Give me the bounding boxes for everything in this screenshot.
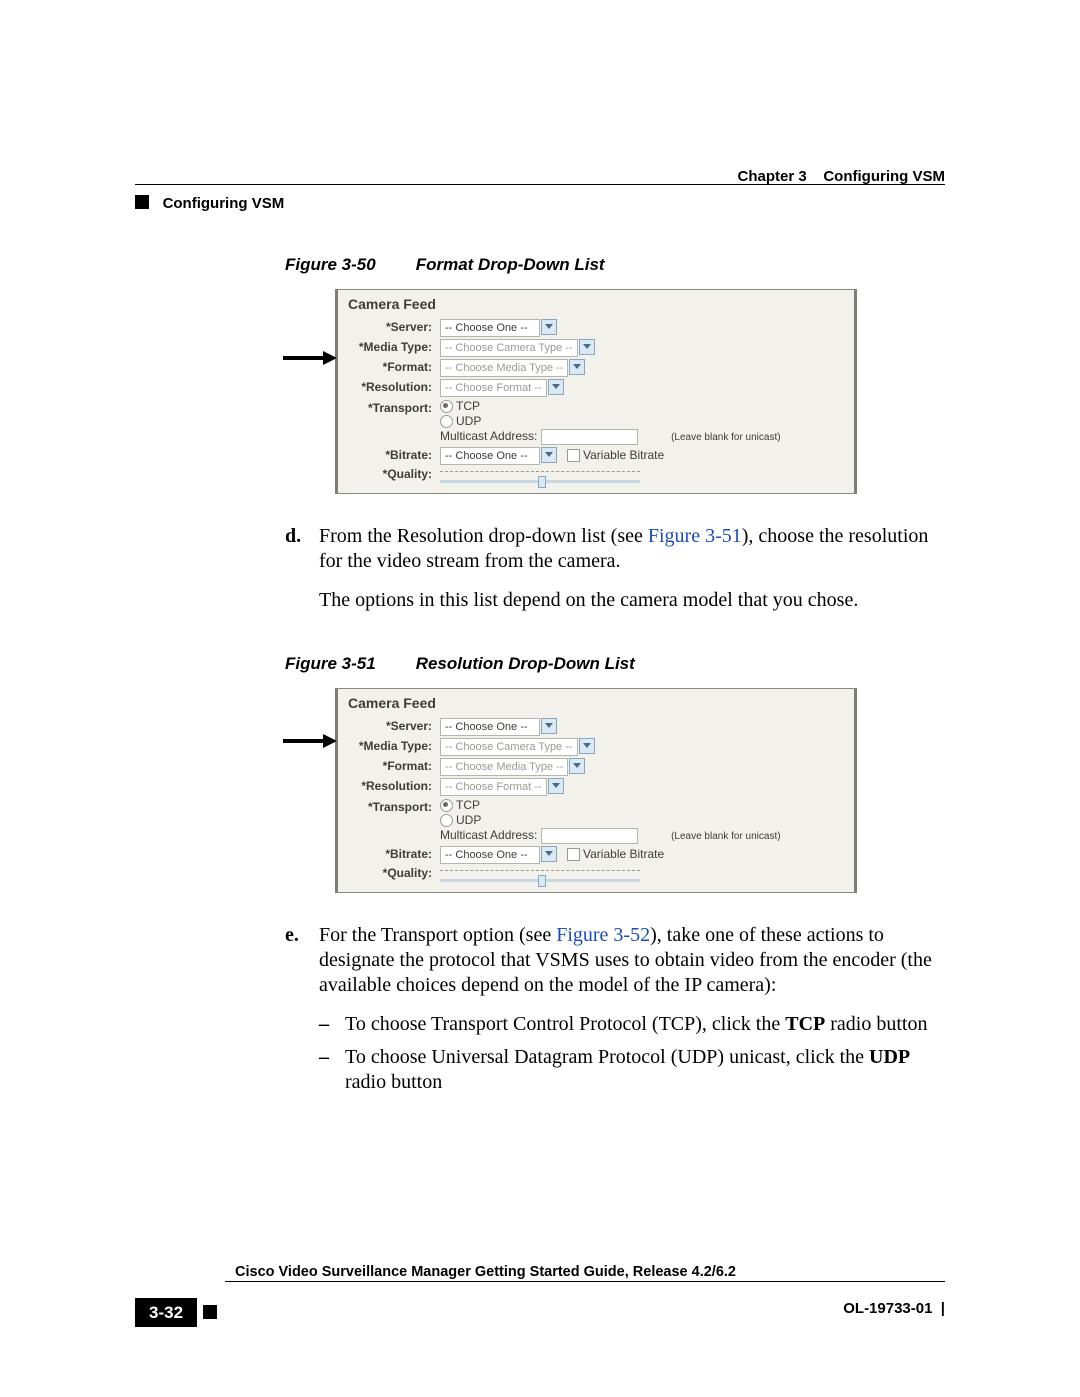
udp-option: UDP bbox=[456, 813, 481, 827]
chevron-down-icon[interactable] bbox=[579, 738, 595, 754]
chevron-down-icon[interactable] bbox=[569, 758, 585, 774]
camera-feed-panel: Camera Feed *Server: -- Choose One -- *M… bbox=[335, 688, 857, 893]
chevron-down-icon[interactable] bbox=[541, 447, 557, 463]
multicast-address-label: Multicast Address: bbox=[440, 429, 537, 443]
bitrate-label: *Bitrate: bbox=[346, 446, 436, 466]
server-dropdown[interactable]: -- Choose One -- bbox=[440, 718, 540, 736]
figure-51: Camera Feed *Server: -- Choose One -- *M… bbox=[285, 688, 945, 893]
multicast-note: (Leave blank for unicast) bbox=[671, 432, 781, 443]
figure-3-51-link[interactable]: Figure 3-51 bbox=[648, 525, 742, 547]
chevron-down-icon[interactable] bbox=[548, 379, 564, 395]
bitrate-label: *Bitrate: bbox=[346, 845, 436, 865]
chevron-down-icon[interactable] bbox=[541, 319, 557, 335]
multicast-note: (Leave blank for unicast) bbox=[671, 831, 781, 842]
section-title: Configuring VSM bbox=[163, 195, 285, 212]
tcp-radio[interactable] bbox=[440, 400, 453, 413]
resolution-label: *Resolution: bbox=[346, 378, 436, 398]
transport-label: *Transport: bbox=[346, 797, 436, 845]
footer-marker-icon bbox=[203, 1305, 217, 1319]
step-e: e. For the Transport option (see Figure … bbox=[285, 923, 945, 1103]
resolution-label: *Resolution: bbox=[346, 777, 436, 797]
chevron-down-icon[interactable] bbox=[548, 778, 564, 794]
figure-50-caption: Figure 3-50Format Drop-Down List bbox=[285, 254, 945, 275]
tcp-radio[interactable] bbox=[440, 799, 453, 812]
tcp-option: TCP bbox=[456, 399, 480, 413]
transport-label: *Transport: bbox=[346, 398, 436, 446]
multicast-address-input[interactable] bbox=[541, 429, 638, 445]
page: Chapter 3 Configuring VSM Configuring VS… bbox=[0, 0, 1080, 1397]
step-d-text-1: From the Resolution drop-down list (see … bbox=[319, 524, 945, 574]
header-rule bbox=[135, 184, 945, 185]
substep-tcp: To choose Transport Control Protocol (TC… bbox=[345, 1012, 927, 1037]
udp-radio[interactable] bbox=[440, 415, 453, 428]
substep-udp: To choose Universal Datagram Protocol (U… bbox=[345, 1045, 945, 1095]
udp-radio[interactable] bbox=[440, 814, 453, 827]
quality-label: *Quality: bbox=[346, 865, 436, 882]
footer-guide-title: Cisco Video Surveillance Manager Getting… bbox=[235, 1263, 736, 1281]
server-label: *Server: bbox=[346, 717, 436, 737]
footer-doc-id: OL-19733-01 | bbox=[843, 1300, 945, 1319]
multicast-address-label: Multicast Address: bbox=[440, 828, 537, 842]
step-d: d. From the Resolution drop-down list (s… bbox=[285, 524, 945, 627]
server-dropdown[interactable]: -- Choose One -- bbox=[440, 319, 540, 337]
format-dropdown[interactable]: -- Choose Media Type -- bbox=[440, 359, 568, 377]
arrow-icon bbox=[283, 734, 337, 748]
footer-rule bbox=[225, 1281, 945, 1282]
udp-option: UDP bbox=[456, 414, 481, 428]
tcp-option: TCP bbox=[456, 798, 480, 812]
quality-slider[interactable] bbox=[440, 471, 640, 481]
figure-50: Camera Feed *Server: -- Choose One -- *M… bbox=[285, 289, 945, 494]
chevron-down-icon[interactable] bbox=[541, 718, 557, 734]
chevron-down-icon[interactable] bbox=[569, 359, 585, 375]
step-e-sublist: –To choose Transport Control Protocol (T… bbox=[319, 1012, 945, 1095]
figure-51-caption: Figure 3-51Resolution Drop-Down List bbox=[285, 653, 945, 674]
page-number: 3-32 bbox=[135, 1298, 197, 1327]
step-marker: e. bbox=[285, 923, 319, 1103]
variable-bitrate-label: Variable Bitrate bbox=[583, 847, 664, 861]
media-type-label: *Media Type: bbox=[346, 737, 436, 757]
chevron-down-icon[interactable] bbox=[541, 846, 557, 862]
resolution-dropdown[interactable]: -- Choose Format -- bbox=[440, 379, 547, 397]
footer: Cisco Video Surveillance Manager Getting… bbox=[135, 1298, 945, 1327]
variable-bitrate-label: Variable Bitrate bbox=[583, 448, 664, 462]
bitrate-dropdown[interactable]: -- Choose One -- bbox=[440, 846, 540, 864]
chevron-down-icon[interactable] bbox=[579, 339, 595, 355]
bitrate-dropdown[interactable]: -- Choose One -- bbox=[440, 447, 540, 465]
section-marker-icon bbox=[135, 195, 149, 209]
section-header: Configuring VSM bbox=[135, 190, 945, 215]
step-marker: d. bbox=[285, 524, 319, 627]
format-dropdown[interactable]: -- Choose Media Type -- bbox=[440, 758, 568, 776]
quality-label: *Quality: bbox=[346, 466, 436, 483]
camera-feed-panel: Camera Feed *Server: -- Choose One -- *M… bbox=[335, 289, 857, 494]
media-type-label: *Media Type: bbox=[346, 338, 436, 358]
panel-title: Camera Feed bbox=[348, 695, 846, 713]
panel-title: Camera Feed bbox=[348, 296, 846, 314]
figure-3-52-link[interactable]: Figure 3-52 bbox=[556, 924, 650, 946]
arrow-icon bbox=[283, 351, 337, 365]
variable-bitrate-checkbox[interactable] bbox=[567, 449, 580, 462]
media-type-dropdown[interactable]: -- Choose Camera Type -- bbox=[440, 738, 578, 756]
multicast-address-input[interactable] bbox=[541, 828, 638, 844]
format-label: *Format: bbox=[346, 358, 436, 378]
step-e-text: For the Transport option (see Figure 3-5… bbox=[319, 923, 945, 998]
server-label: *Server: bbox=[346, 318, 436, 338]
variable-bitrate-checkbox[interactable] bbox=[567, 848, 580, 861]
media-type-dropdown[interactable]: -- Choose Camera Type -- bbox=[440, 339, 578, 357]
format-label: *Format: bbox=[346, 757, 436, 777]
resolution-dropdown[interactable]: -- Choose Format -- bbox=[440, 778, 547, 796]
content-area: Figure 3-50Format Drop-Down List Camera … bbox=[285, 250, 945, 1129]
quality-slider[interactable] bbox=[440, 870, 640, 880]
step-d-text-2: The options in this list depend on the c… bbox=[319, 588, 945, 613]
